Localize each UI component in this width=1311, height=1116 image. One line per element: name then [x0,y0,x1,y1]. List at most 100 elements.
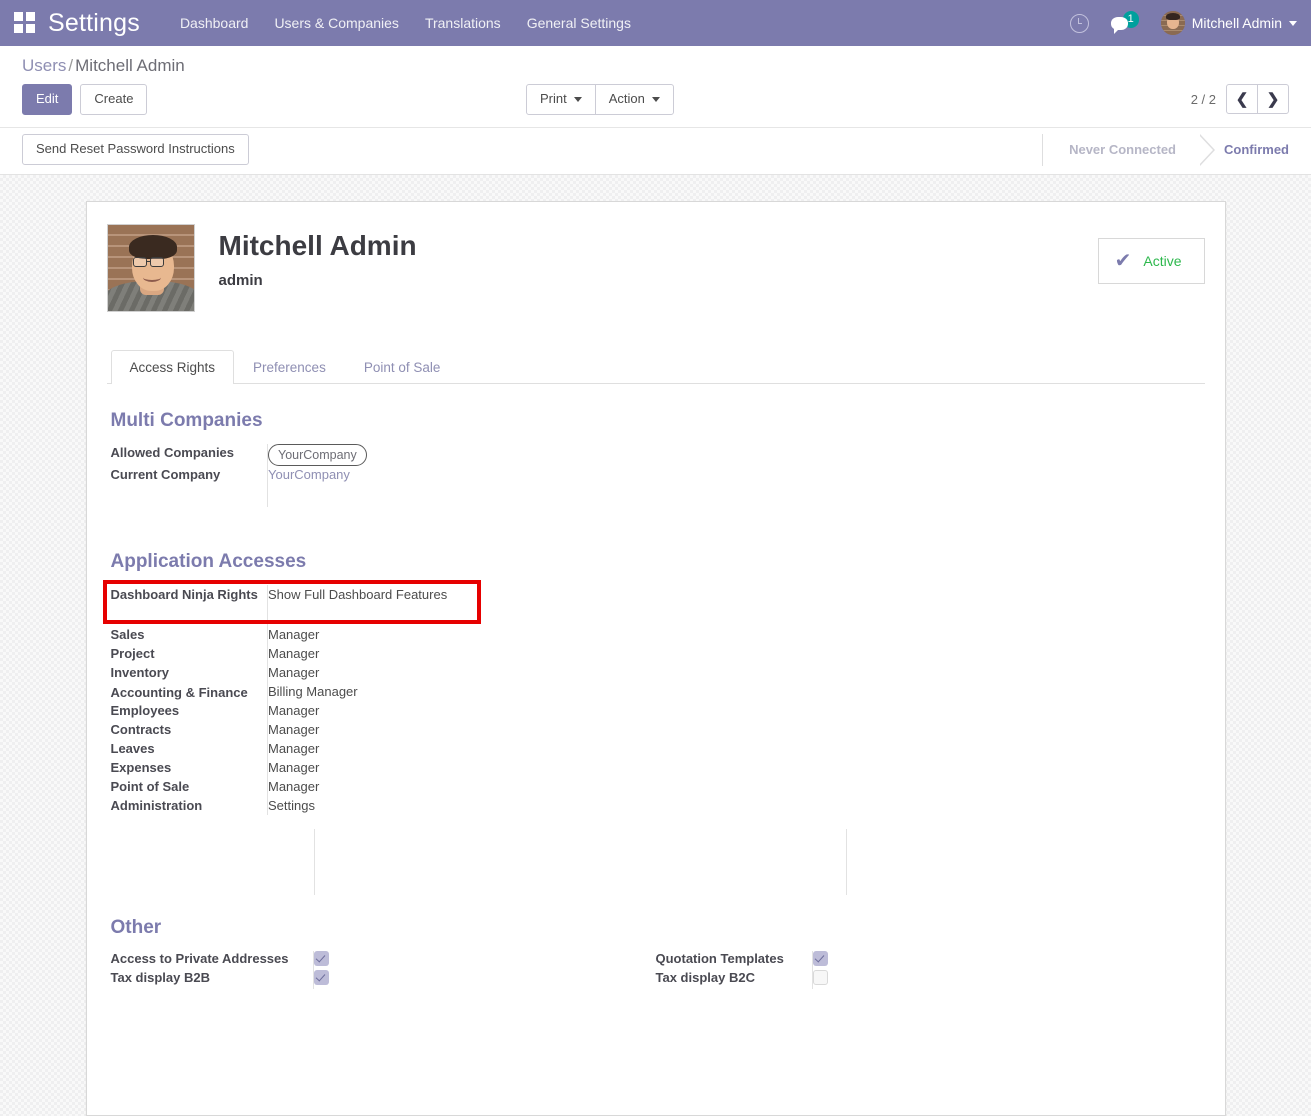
menu-item-dashboard[interactable]: Dashboard [180,15,249,31]
section-title-multi-companies: Multi Companies [110,409,263,431]
field-value-inventory[interactable]: Manager [267,664,1201,683]
field-value-employees[interactable]: Manager [267,702,1201,722]
menu-item-general-settings[interactable]: General Settings [527,15,631,31]
field-value-allowed-companies: YourCompany [267,443,1201,467]
field-value-sales[interactable]: Manager [267,626,1201,646]
create-button[interactable]: Create [80,84,148,115]
pager: 2 / 2 ❮ ❯ [1191,84,1289,115]
check-icon: ✔ [1114,249,1132,272]
user-menu-label: Mitchell Admin [1191,15,1282,31]
field-row-current-company: Current Company YourCompany [111,466,1201,485]
field-value-dashboard-ninja-rights[interactable]: Show Full Dashboard Features [267,584,1201,627]
record-header: Mitchell Admin admin ✔ Active [106,223,1205,312]
checkbox-access-to-private-addresses[interactable] [314,951,329,967]
field-label-tax-display-b2b: Tax display B2B [110,970,210,986]
checkbox-quotation-templates[interactable] [813,951,828,967]
application-accesses-fields: Dashboard Ninja Rights Show Full Dashboa… [110,584,1201,816]
tab-access-rights[interactable]: Access Rights [110,349,235,384]
chat-bubble-icon [1110,16,1128,34]
field-label-leaves: Leaves [110,741,155,757]
table-row: Inventory Manager [111,664,1201,683]
table-row: Project Manager [110,645,1201,665]
table-row: Accounting & Finance Billing Manager [111,682,1201,703]
print-dropdown[interactable]: Print [526,83,596,115]
field-row-tax-display-b2b: Tax display B2B [110,970,656,990]
field-value-expenses[interactable]: Manager [267,758,1201,778]
print-dropdown-label: Print [540,90,567,106]
tab-point-of-sale[interactable]: Point of Sale [345,350,460,384]
table-row: Administration Settings [110,796,1201,816]
form-background: Mitchell Admin admin ✔ Active Access Rig… [0,175,1311,1116]
field-label-expenses: Expenses [110,759,172,775]
field-value-current-company: YourCompany [267,466,1201,485]
chevron-down-icon [1289,20,1297,26]
company-tag[interactable]: YourCompany [268,443,367,467]
table-row: Contracts Manager [111,721,1201,741]
active-toggle-button[interactable]: ✔ Active [1097,237,1205,284]
other-right-column: Quotation Templates Tax display B2C [655,951,1201,990]
record-titles: Mitchell Admin admin [219,224,417,289]
apps-grid-icon[interactable] [14,12,36,34]
apps-grid-square [14,12,23,21]
checkbox-tax-display-b2b[interactable] [314,970,329,986]
section-title-application-accesses: Application Accesses [110,550,307,572]
field-spacer [267,484,1201,507]
table-row: Leaves Manager [111,740,1201,759]
app-brand-title[interactable]: Settings [48,10,140,36]
current-company-link[interactable]: YourCompany [268,467,350,482]
table-row: Expenses Manager [110,758,1201,778]
send-reset-password-instructions-button[interactable]: Send Reset Password Instructions [22,134,249,166]
user-menu[interactable]: Mitchell Admin [1160,11,1297,35]
record-buttons: Edit Create [22,84,148,115]
field-row-access-private-addresses: Access to Private Addresses [111,951,656,971]
chevron-left-icon[interactable]: ❮ [1226,84,1258,115]
field-label-project: Project [110,646,155,662]
avatar [1160,11,1185,35]
edit-button[interactable]: Edit [22,84,73,115]
menu-item-translations[interactable]: Translations [425,15,501,31]
table-row: Point of Sale Manager [111,777,1201,797]
field-value-leaves[interactable]: Manager [267,740,1201,759]
field-label-inventory: Inventory [110,665,170,681]
field-label-current-company: Current Company [110,467,221,483]
breadcrumb-separator: / [68,56,74,75]
pager-buttons: ❮ ❯ [1226,84,1289,115]
field-value-point-of-sale[interactable]: Manager [267,777,1201,797]
status-never-connected[interactable]: Never Connected [1042,133,1215,166]
chevron-right-icon[interactable]: ❯ [1257,84,1289,115]
field-value-project[interactable]: Manager [267,645,1201,665]
messaging-menu[interactable]: 1 [1110,10,1139,34]
action-dropdown[interactable]: Action [594,83,674,115]
multi-companies-fields: Allowed Companies YourCompany Current Co… [111,443,1201,507]
avatar[interactable] [106,223,195,312]
checkbox-tax-display-b2c[interactable] [813,970,828,986]
menu-item-users-companies[interactable]: Users & Companies [274,15,399,31]
field-value-accounting-finance[interactable]: Billing Manager [267,682,1201,703]
field-value-quotation-templates [812,951,1201,971]
table-row: Dashboard Ninja Rights Show Full Dashboa… [110,584,1201,627]
navbar-right-tools: 1 Mitchell Admin [1069,10,1297,35]
field-label-administration: Administration [110,797,203,813]
field-label-dashboard-ninja-rights: Dashboard Ninja Rights [110,586,258,602]
field-label-quotation-templates: Quotation Templates [655,951,784,967]
breadcrumb-users[interactable]: Users [22,56,66,75]
divider [313,829,315,896]
chevron-down-icon [573,97,582,103]
application-accesses-wrapper: Dashboard Ninja Rights Show Full Dashboa… [102,579,1201,816]
clock-icon[interactable] [1069,13,1089,33]
control-panel: Users / Mitchell Admin Edit Create Print A… [0,46,1311,128]
record-status-row: Send Reset Password Instructions Never C… [0,127,1311,175]
record-login: admin [218,272,263,290]
table-row: Employees Manager [110,702,1201,722]
field-value-administration[interactable]: Settings [267,796,1201,816]
apps-grid-square [26,24,35,33]
tab-preferences[interactable]: Preferences [234,350,345,384]
page-title: Mitchell Admin [218,229,417,261]
table-row: Sales Manager [111,626,1201,646]
apps-grid-square [14,24,23,33]
main-menu: Dashboard Users & Companies Translations… [180,15,631,31]
record-dropdowns: Print Action [526,83,674,115]
other-left-column: Access to Private Addresses Tax display … [110,951,656,990]
field-value-contracts[interactable]: Manager [267,721,1201,741]
field-label-employees: Employees [110,703,180,719]
